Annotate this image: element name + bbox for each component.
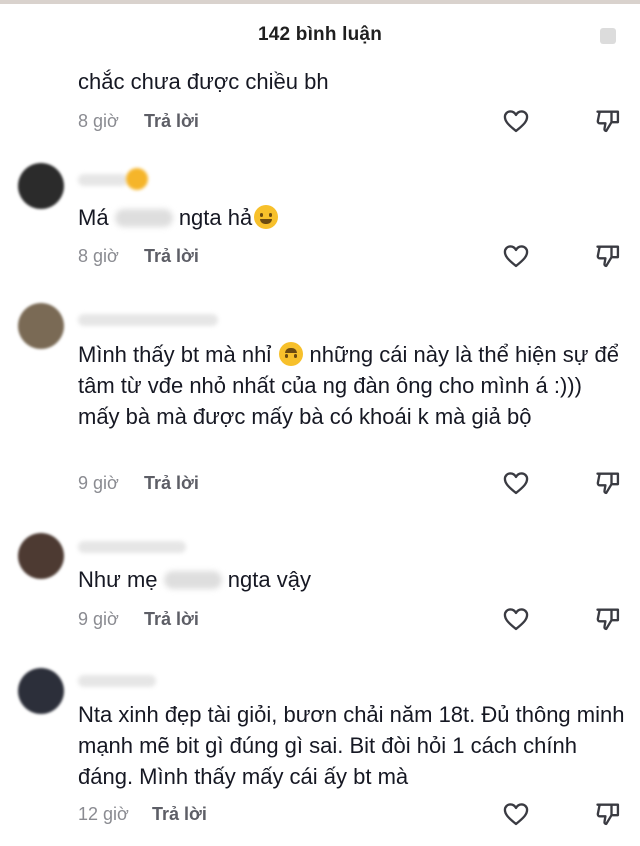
heart-outline-icon[interactable] <box>502 605 530 633</box>
heart-outline-icon[interactable] <box>502 469 530 497</box>
comment-count-title: 142 bình luận <box>257 24 382 45</box>
reply-button[interactable]: Trả lời <box>144 246 199 267</box>
username-blurred <box>78 174 128 186</box>
thumbs-down-outline-icon[interactable] <box>594 469 622 497</box>
comment-time: 8 giờ <box>78 246 119 266</box>
comments-header: 142 bình luận <box>0 4 640 56</box>
username-blurred <box>78 541 186 553</box>
avatar[interactable] <box>18 533 64 579</box>
comment-text: chắc chưa được chiều bh <box>78 69 329 94</box>
comment-text: Như mẹ ngta vậy <box>78 567 311 592</box>
blurred-word <box>163 571 222 589</box>
comment-text: Má ngta hả <box>78 202 628 233</box>
reply-button[interactable]: Trả lời <box>144 609 199 630</box>
heart-outline-icon[interactable] <box>502 242 530 270</box>
close-icon[interactable] <box>600 28 616 44</box>
thumbs-down-outline-icon[interactable] <box>594 800 622 828</box>
grinning-sweat-emoji <box>254 205 279 229</box>
reply-button[interactable]: Trả lời <box>144 111 199 132</box>
thumbs-down-outline-icon[interactable] <box>594 605 622 633</box>
heart-outline-icon[interactable] <box>502 107 530 135</box>
username-blurred <box>78 675 156 687</box>
blurred-word <box>114 209 173 227</box>
avatar[interactable] <box>18 668 64 714</box>
comment-time: 12 giờ <box>78 804 129 824</box>
comment-time: 9 giờ <box>78 473 119 493</box>
heart-outline-icon[interactable] <box>502 800 530 828</box>
comment-time: 9 giờ <box>78 609 119 629</box>
username-blurred <box>78 314 218 326</box>
reply-button[interactable]: Trả lời <box>152 804 207 825</box>
avatar[interactable] <box>18 163 64 209</box>
thumbs-down-outline-icon[interactable] <box>594 107 622 135</box>
comment-time: 8 giờ <box>78 111 119 131</box>
comment-text: Mình thấy bt mà nhỉ những cái này là thể… <box>78 342 620 429</box>
comment-text: Nta xinh đẹp tài giỏi, bươn chải năm 18t… <box>78 702 625 789</box>
avatar[interactable] <box>18 303 64 349</box>
reply-button[interactable]: Trả lời <box>144 473 199 494</box>
badge-emoji <box>126 168 148 190</box>
thumbs-down-outline-icon[interactable] <box>594 242 622 270</box>
upside-down-face-emoji <box>279 342 304 366</box>
